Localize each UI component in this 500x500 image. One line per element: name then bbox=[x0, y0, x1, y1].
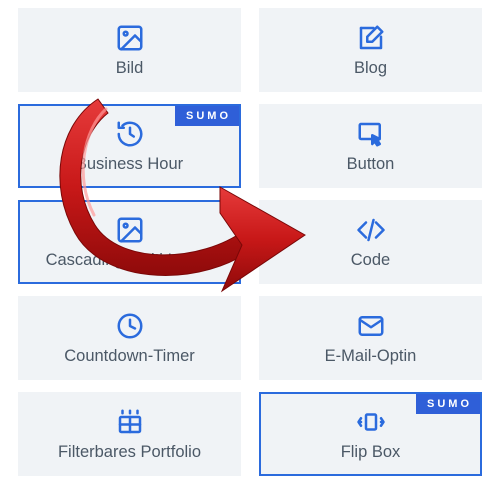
edit-icon bbox=[356, 23, 386, 53]
flip-icon bbox=[356, 407, 386, 437]
cursor-box-icon bbox=[356, 119, 386, 149]
module-code[interactable]: Code bbox=[259, 200, 482, 284]
image-icon bbox=[115, 23, 145, 53]
module-label: Button bbox=[341, 155, 401, 174]
sumo-badge: SUMO bbox=[416, 394, 480, 414]
module-flip-box[interactable]: Flip Box SUMO bbox=[259, 392, 482, 476]
module-label: Countdown-Timer bbox=[58, 347, 201, 366]
grid-icon bbox=[115, 407, 145, 437]
module-blog[interactable]: Blog bbox=[259, 8, 482, 92]
module-email-optin[interactable]: E-Mail-Optin bbox=[259, 296, 482, 380]
clock-back-icon bbox=[115, 119, 145, 149]
module-label: Filterbares Portfolio bbox=[52, 443, 207, 462]
module-countdown-timer[interactable]: Countdown-Timer bbox=[18, 296, 241, 380]
module-label: Bild bbox=[110, 59, 150, 78]
sumo-badge: SUMO bbox=[175, 106, 239, 126]
module-label: Cascading Multi Image bbox=[40, 251, 220, 270]
module-business-hour[interactable]: Business Hour SUMO bbox=[18, 104, 241, 188]
module-label: Blog bbox=[348, 59, 393, 78]
code-icon bbox=[356, 215, 386, 245]
module-cascading-multi-image[interactable]: Cascading Multi Image bbox=[18, 200, 241, 284]
module-bild[interactable]: Bild bbox=[18, 8, 241, 92]
module-label: E-Mail-Optin bbox=[319, 347, 423, 366]
module-filterbares-portfolio[interactable]: Filterbares Portfolio bbox=[18, 392, 241, 476]
module-label: Code bbox=[345, 251, 396, 270]
module-label: Flip Box bbox=[335, 443, 407, 462]
image-icon bbox=[115, 215, 145, 245]
module-label: Business Hour bbox=[70, 155, 189, 174]
mail-icon bbox=[356, 311, 386, 341]
module-button[interactable]: Button bbox=[259, 104, 482, 188]
clock-icon bbox=[115, 311, 145, 341]
